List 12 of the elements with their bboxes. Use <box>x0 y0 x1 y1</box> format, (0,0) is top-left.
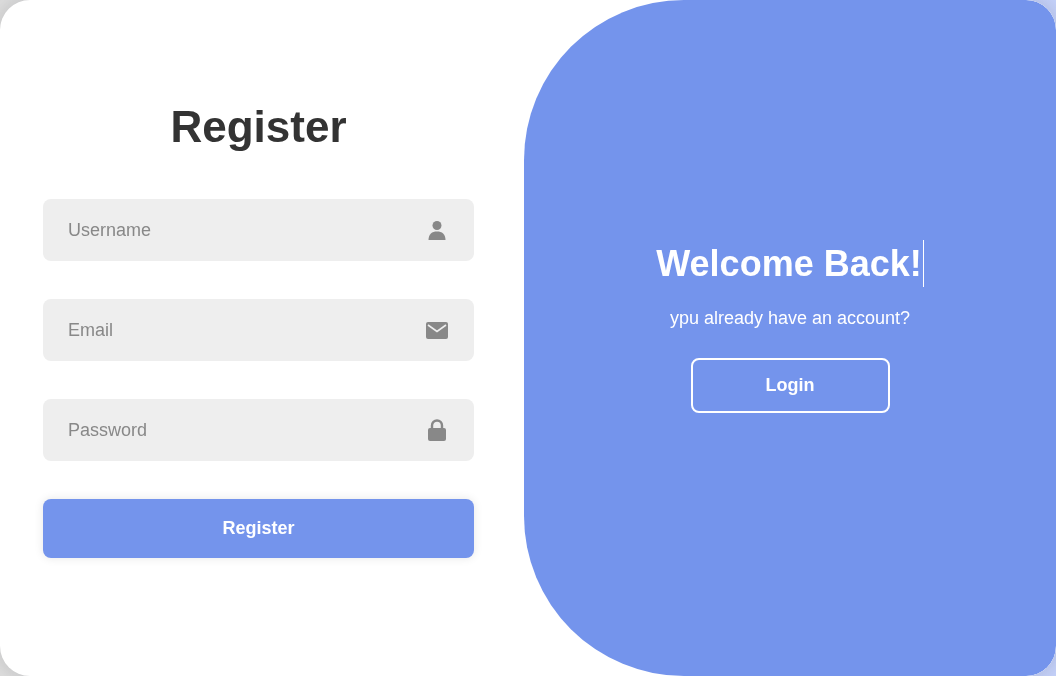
lock-icon <box>428 419 446 441</box>
input-field[interactable]: Email <box>43 299 474 361</box>
register-button[interactable]: Register <box>43 499 474 558</box>
login-button[interactable]: Login <box>690 358 890 413</box>
text-cursor <box>922 240 924 287</box>
input-field[interactable]: Password <box>43 399 474 461</box>
welcome-title: Welcome Back! <box>656 242 922 286</box>
form-title: Register <box>169 101 348 153</box>
envelope-icon <box>426 322 448 339</box>
input-field[interactable]: Username <box>43 199 474 261</box>
user-icon <box>427 220 447 240</box>
account-prompt: ypu already have an account? <box>669 307 911 330</box>
